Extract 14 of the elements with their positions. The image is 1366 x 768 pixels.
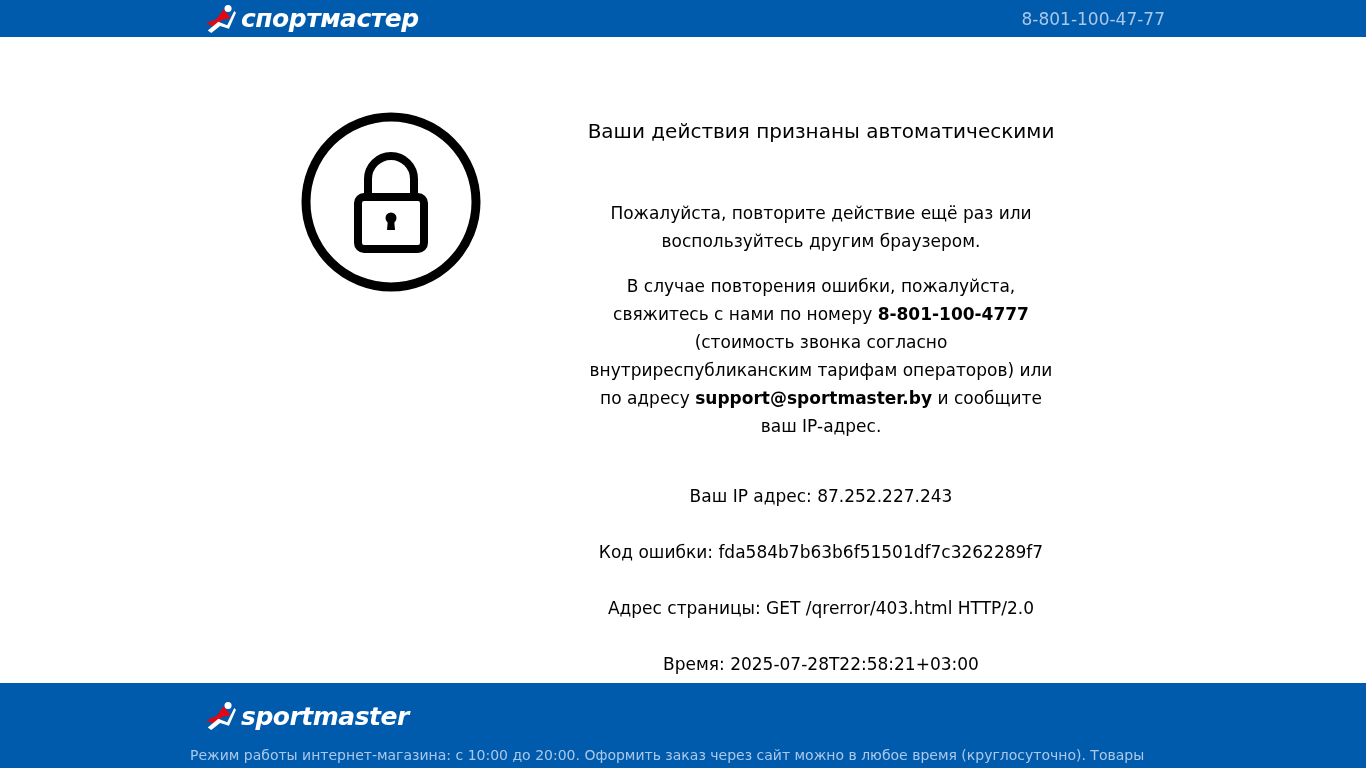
lock-icon xyxy=(301,111,481,293)
detail-line: Ваш IP адрес: 87.252.227.243 xyxy=(688,485,954,508)
logo-text: спортмастер xyxy=(241,4,419,33)
runner-icon xyxy=(204,3,238,34)
phone-number: 8-801-100-47-77 xyxy=(1021,8,1165,29)
message-paragraph: В случае повторения ошибки, пожалуйста, свяжитесь с нами по номеру 8-801-100-4777 (стоимость звонка согласно внутриреспубликанским тарифам операторов) или по адресу support@sportmaster.by и сообщите ваш IP-адрес. xyxy=(588,275,1054,438)
store-hours-text: Режим работы интернет-магазина: с 10:00 до 20:00. Оформить заказ через сайт можно в любое время (круглосуточно). Товары xyxy=(190,747,1146,763)
detail-line: Код ошибки: fda584b7b63b6f51501df7c3262289f7 xyxy=(597,541,1045,564)
detail-line: Время: 2025-07-28T22:58:21+03:00 xyxy=(662,653,980,676)
runner-icon xyxy=(204,701,238,731)
logo-text: sportmaster xyxy=(241,701,409,731)
detail-line: Адрес страницы: GET /qrerror/403.html HTTP/2.0 xyxy=(606,597,1036,620)
message-paragraph: Пожалуйста, повторите действие ещё раз или воспользуйтесь другим браузером. xyxy=(609,202,1033,253)
message-title: Ваши действия признаны автоматическими xyxy=(586,119,1056,143)
